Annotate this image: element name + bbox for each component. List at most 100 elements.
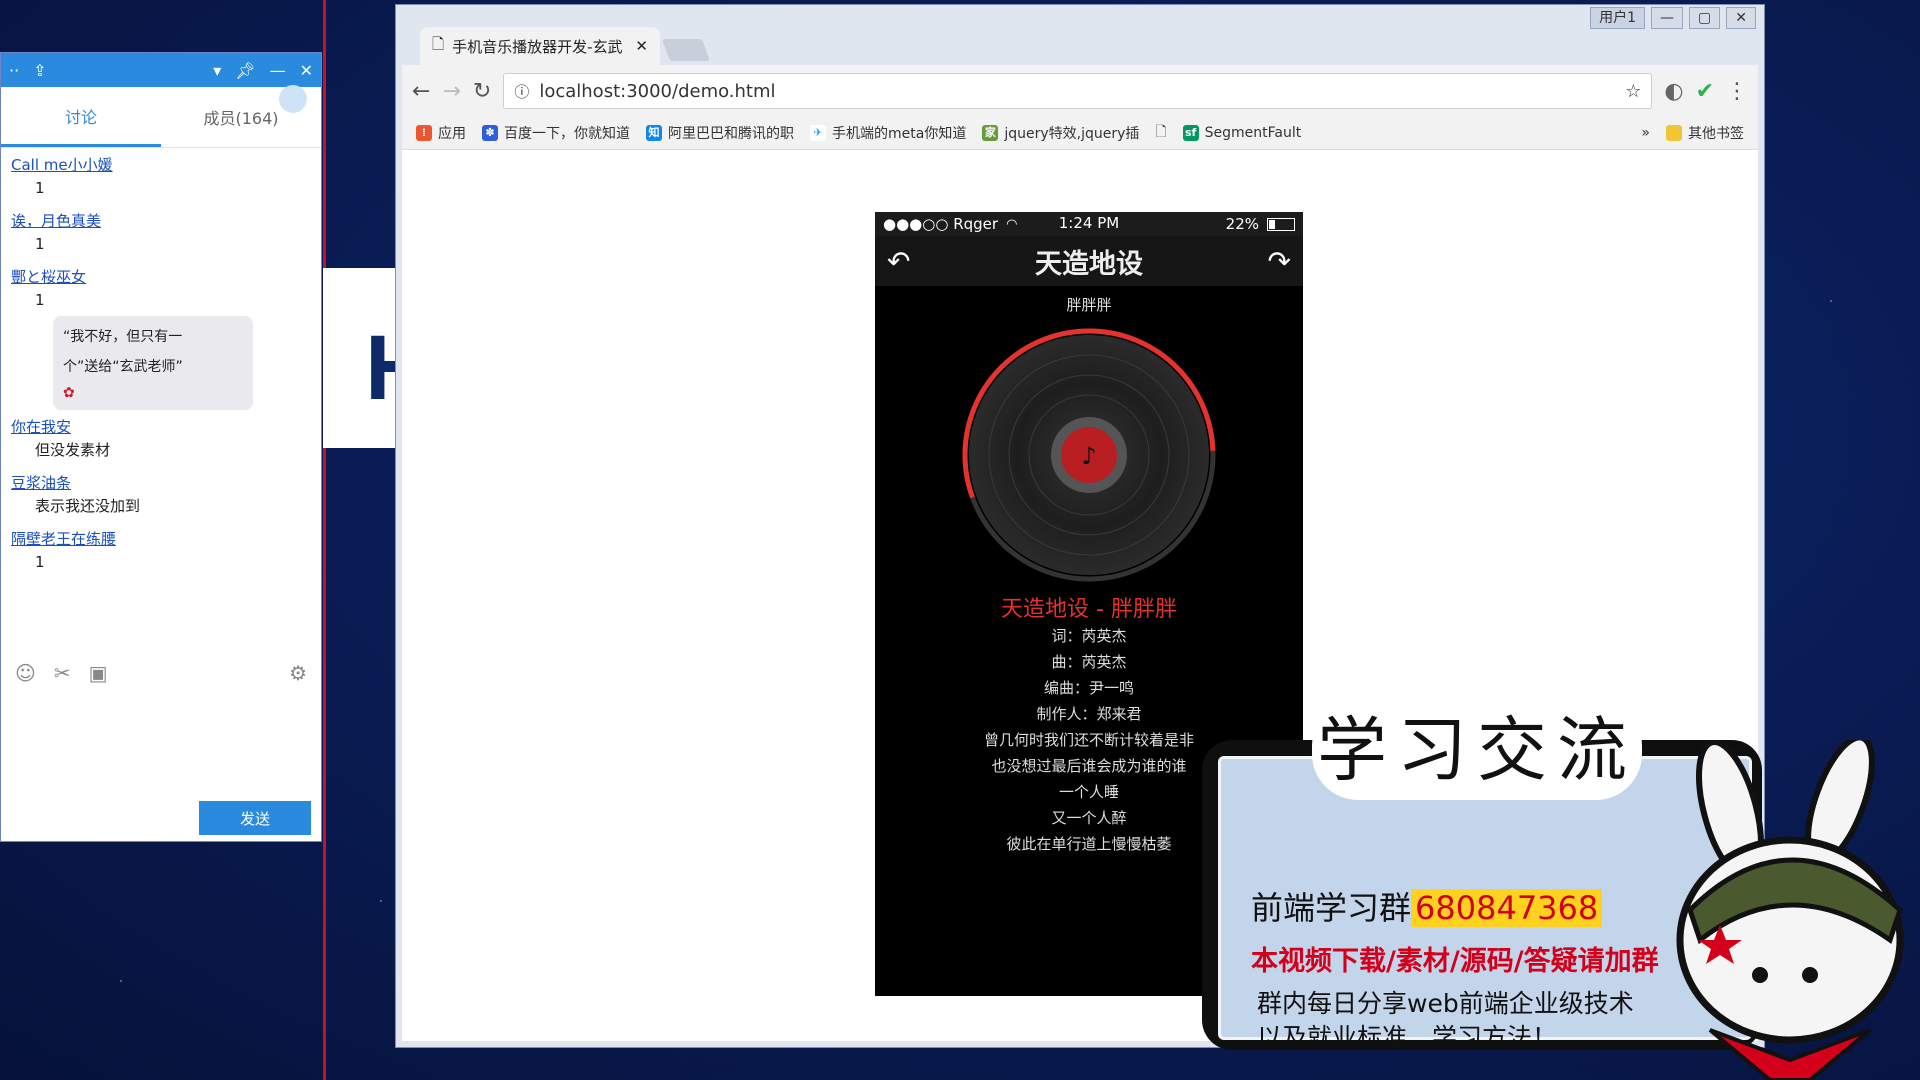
rabbit-mascot-icon [1676,740,1904,1080]
battery-icon [1267,217,1295,231]
gift-bubble: “我不好，但只有一 个”送给“玄武老师” ✿ [53,316,253,410]
user-profile-button[interactable]: 用户1 [1590,7,1646,29]
list-item: 诶，月色真美 1 [11,210,311,256]
rose-icon: ✿ [63,385,75,401]
list-item: 隔壁老王在练腰 1 [11,528,311,574]
bookmark-apps[interactable]: ⁞ 应用 [416,123,466,143]
segmentfault-icon: sf [1182,125,1199,141]
send-button[interactable]: 发送 [199,801,311,835]
list-item: Call me小小媛 1 [11,154,311,200]
url-text: localhost:3000/demo.html [539,80,776,102]
more-bookmarks-button[interactable]: » [1641,125,1650,141]
disc-logo-icon: ♪ [1081,442,1096,470]
close-tab-icon[interactable]: ✕ [635,37,648,55]
status-bar: ●●●○○ Rqger ◠ 1:24 PM 22% [875,212,1303,236]
close-window-button[interactable]: ✕ [1726,7,1756,29]
bookmark-label: 阿里巴巴和腾讯的职 [668,126,794,142]
sender-name[interactable]: 你在我安 [11,416,311,438]
bookmark-zhihu[interactable]: 知阿里巴巴和腾讯的职 [646,123,794,143]
reload-icon[interactable]: ↻ [473,79,491,104]
chat-toolbar: ☺ ✂ ▣ ⚙ [15,661,307,685]
chat-tabs: 讨论 成员(164) [1,85,321,148]
image-icon[interactable]: ▣ [89,661,108,685]
bookmark-blank[interactable]: 🗋︎ [1155,121,1166,145]
promo-description: 群内每日分享web前端企业级技术 以及就业标准，学习方法！ [1257,987,1634,1055]
share-icon[interactable]: ↷ [1268,245,1291,278]
address-bar[interactable]: ⓘ localhost:3000/demo.html ☆ [503,73,1653,109]
tab-discussion[interactable]: 讨论 [1,87,161,147]
bookmark-label: jquery特效,jquery插 [1004,126,1140,142]
lyric-line: 曲：芮英杰 [1051,653,1127,671]
bird-icon: ✈ [810,125,826,141]
folder-icon [1666,125,1682,141]
minimize-window-button[interactable]: — [1651,7,1684,29]
group-chat-panel: ·· ⇪ ▾ 📌︎ — ✕ 讨论 成员(164) Call me小小媛 1 诶，… [0,52,322,842]
extension-check-icon[interactable]: ✔ [1696,79,1714,104]
message-text: 1 [35,553,45,571]
bookmark-meta[interactable]: ✈ 手机端的meta你知道 [810,123,966,143]
maximize-window-button[interactable]: ▢ [1689,7,1721,29]
singer-name: 胖胖胖 [1066,296,1112,314]
window-controls: 用户1 — ▢ ✕ [1590,7,1756,29]
bookmark-other[interactable]: 其他书签 [1666,123,1744,143]
message-input[interactable] [9,697,313,791]
back-icon[interactable]: ← [412,79,430,104]
promo-desc-line: 群内每日分享web前端企业级技术 [1257,989,1634,1018]
bookmark-label: 手机端的meta你知道 [832,126,967,142]
message-list[interactable]: Call me小小媛 1 诶，月色真美 1 酆と桜巫女 1 “我不好，但只有一 … [1,148,321,590]
baidu-icon: ✽ [482,125,498,141]
tab-title: 手机音乐播放器开发-玄武 [452,37,623,56]
group-info: 前端学习群 680847368 [1251,883,1603,929]
smiley-icon[interactable]: ☺ [15,661,36,685]
vinyl-disc[interactable]: ♪ [959,325,1219,585]
scissors-icon[interactable]: ✂ [54,661,71,685]
lyrics-title: 天造地设 - 胖胖胖 [1001,597,1177,622]
sender-name[interactable]: 隔壁老王在练腰 [11,528,311,550]
promo-desc-line: 以及就业标准，学习方法！ [1257,1023,1558,1052]
player-navbar: ↶ 天造地设 ↷ [875,236,1303,286]
page-icon: 🗋︎ [1155,124,1167,140]
message-text: 但没发素材 [35,441,111,459]
bookmark-label: 其他书签 [1688,126,1744,142]
browser-toolbar: ← → ↻ ⓘ localhost:3000/demo.html ☆ ◐ ✔ ⋮ [402,65,1758,117]
home-icon: 家 [982,125,999,141]
status-time: 1:24 PM [1058,214,1120,232]
vinyl-disc-graphic: ♪ [962,328,1216,582]
new-tab-button[interactable] [661,39,711,61]
bookmark-label: 应用 [438,126,466,142]
share-icon[interactable]: ⇪ [33,61,46,80]
browser-tab[interactable]: 🗋︎ 手机音乐播放器开发-玄武 ✕ [420,27,660,65]
bookmark-jquery[interactable]: 家 jquery特效,jquery插 [982,123,1139,143]
lyric-line: 词：芮英杰 [1051,627,1127,645]
message-text: 表示我还没加到 [35,497,141,515]
menu-kebab-icon[interactable]: ⋮ [1726,79,1748,104]
sender-name[interactable]: 酆と桜巫女 [11,266,311,288]
message-text: 1 [35,235,45,253]
info-icon[interactable]: ⓘ [514,81,529,102]
chevron-down-icon[interactable]: ▾ [213,61,221,80]
bookmark-star-icon[interactable]: ☆ [1625,81,1641,102]
group-number: 680847368 [1411,889,1603,927]
promo-callout: 本视频下载/素材/源码/答疑请加群 [1251,946,1659,977]
minimize-icon[interactable]: — [270,61,286,80]
pin-icon[interactable]: 📌︎ [235,61,255,80]
extension-icon[interactable]: ◐ [1664,79,1683,104]
group-label: 前端学习群 [1251,889,1412,927]
close-icon[interactable]: ✕ [300,61,313,80]
sender-name[interactable]: Call me小小媛 [11,154,311,176]
zhihu-icon: 知 [646,125,662,141]
gift-text-line: “我不好，但只有一 [63,329,183,345]
gear-icon[interactable]: ⚙ [289,661,307,685]
forward-icon[interactable]: → [442,79,460,104]
bookmark-segmentfault[interactable]: sf SegmentFault [1182,125,1301,141]
promo-banner: 前端学习群 680847368 本视频下载/素材/源码/答疑请加群 群内每日分享w… [1192,700,1920,1080]
sender-name[interactable]: 豆浆油条 [11,472,311,494]
back-arrow-icon[interactable]: ↶ [887,245,910,278]
bookmark-baidu[interactable]: ✽ 百度一下，你就知道 [482,123,630,143]
sender-name[interactable]: 诶，月色真美 [11,210,311,232]
apps-grid-icon: ⁞ [416,125,432,141]
avatar[interactable] [279,85,307,113]
red-divider-line [323,0,326,1080]
menu-dots-icon[interactable]: ·· [9,61,19,80]
song-title: 天造地设 [1035,248,1143,280]
